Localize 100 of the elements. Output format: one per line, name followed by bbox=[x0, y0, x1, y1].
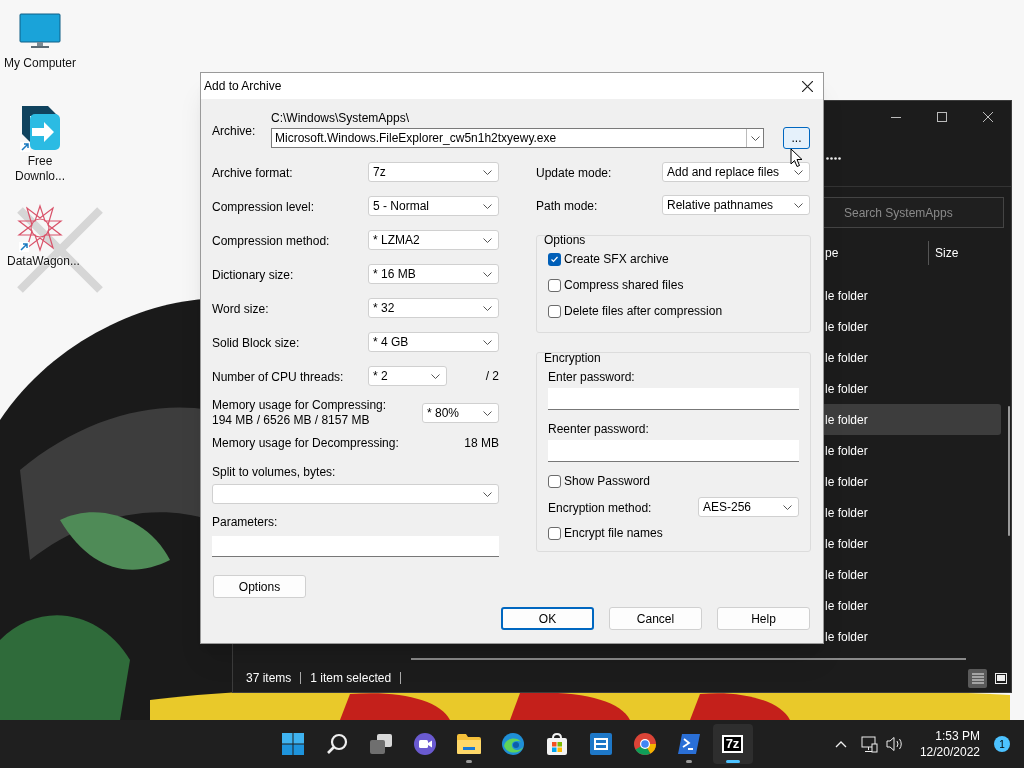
chevron-down-icon bbox=[483, 203, 492, 209]
dropdown[interactable]: 5 - Normal bbox=[368, 196, 499, 216]
status-text: 1 item selected bbox=[310, 670, 392, 687]
field-label: Compression method: bbox=[212, 234, 330, 248]
file-row[interactable]: le folder bbox=[821, 342, 1001, 373]
chevron-down-icon bbox=[794, 202, 803, 208]
checkbox[interactable] bbox=[548, 278, 561, 292]
checkbox[interactable] bbox=[548, 474, 561, 488]
desktop-shortcut[interactable]: DataWagon... bbox=[1, 204, 79, 269]
star-pattern-icon bbox=[17, 204, 63, 252]
more-icon[interactable] bbox=[826, 157, 842, 160]
clock[interactable]: 1:53 PM 12/20/2022 bbox=[919, 728, 980, 760]
video-chat-icon bbox=[412, 732, 437, 756]
close-icon bbox=[983, 112, 993, 122]
checkbox-label: Delete files after compression bbox=[564, 303, 723, 320]
checkbox-label: Show Password bbox=[564, 473, 651, 490]
field-label: Memory usage for Compressing: bbox=[212, 398, 387, 413]
chevron-up-icon[interactable] bbox=[834, 740, 847, 748]
password-field[interactable] bbox=[548, 440, 799, 462]
group-title: Options bbox=[544, 235, 587, 246]
maximize-icon bbox=[937, 112, 947, 122]
chevron-down-icon bbox=[483, 410, 492, 416]
file-row[interactable]: le folder bbox=[821, 621, 1001, 652]
chevron-down-icon bbox=[431, 373, 440, 379]
file-row[interactable]: le folder bbox=[821, 466, 1001, 497]
dropdown[interactable]: 7z bbox=[368, 162, 499, 182]
browse-button[interactable]: ... bbox=[783, 127, 810, 149]
chevron-down-icon bbox=[483, 237, 492, 243]
search-field[interactable]: Search SystemApps bbox=[821, 197, 1004, 228]
dialog-button[interactable]: Help bbox=[717, 607, 810, 630]
dropdown[interactable]: * 4 GB bbox=[368, 332, 499, 352]
dropdown[interactable]: * 32 bbox=[368, 298, 499, 318]
field-label: Number of CPU threads: bbox=[212, 370, 344, 384]
dialog-button[interactable]: Cancel bbox=[609, 607, 702, 630]
dropdown[interactable]: AES-256 bbox=[698, 497, 799, 517]
path-label: C:\Windows\SystemApps\ bbox=[271, 111, 411, 125]
checkbox[interactable] bbox=[548, 526, 561, 540]
dropdown[interactable]: Relative pathnames bbox=[662, 195, 810, 215]
horizontal-scrollbar[interactable] bbox=[411, 658, 966, 660]
chevron-down-icon bbox=[483, 339, 492, 345]
app-logo: 7z bbox=[721, 735, 744, 753]
folder-icon bbox=[455, 733, 482, 755]
dialog-button[interactable]: OK bbox=[501, 607, 594, 630]
checkbox[interactable] bbox=[548, 304, 561, 318]
column-header[interactable]: Size bbox=[929, 241, 959, 265]
task-view-icon bbox=[368, 733, 393, 755]
dropdown[interactable]: * 2 bbox=[368, 366, 447, 386]
dropdown[interactable]: * 80% bbox=[422, 403, 499, 423]
checkbox-label: Create SFX archive bbox=[564, 251, 669, 268]
file-row[interactable]: le folder bbox=[821, 435, 1001, 466]
checkbox-label: Encrypt file names bbox=[564, 525, 663, 542]
windows-logo-icon bbox=[280, 732, 305, 756]
field-label: Dictionary size: bbox=[212, 268, 294, 282]
field-label: Archive format: bbox=[212, 166, 293, 180]
file-row[interactable]: le folder bbox=[821, 404, 1001, 435]
group-title: Encryption bbox=[544, 352, 602, 364]
field-label: Parameters: bbox=[212, 515, 278, 529]
terminal-icon bbox=[676, 733, 701, 755]
desktop-shortcut[interactable]: Free Downlo... bbox=[1, 104, 79, 184]
dropdown[interactable]: * LZMA2 bbox=[368, 230, 499, 250]
field-label: Archive: bbox=[212, 124, 256, 138]
file-row[interactable]: le folder bbox=[821, 280, 1001, 311]
volume-icon[interactable] bbox=[885, 736, 904, 752]
dropdown[interactable]: * 16 MB bbox=[368, 264, 499, 284]
desktop-shortcut[interactable]: My Computer bbox=[1, 12, 79, 71]
wave-circle-icon bbox=[500, 732, 525, 756]
options-button[interactable]: Options bbox=[213, 575, 306, 598]
chevron-down-icon bbox=[483, 169, 492, 175]
notification-badge[interactable]: 1 bbox=[994, 736, 1010, 752]
file-cabinet-icon bbox=[588, 732, 613, 756]
field-label: Update mode: bbox=[536, 166, 612, 180]
password-field[interactable] bbox=[548, 388, 799, 410]
chevron-down-icon bbox=[483, 491, 492, 497]
archive-combobox[interactable]: Microsoft.Windows.FileExplorer_cw5n1h2txyewy.exe bbox=[271, 128, 764, 148]
chevron-down-icon bbox=[750, 135, 760, 141]
field-label: Encryption method: bbox=[548, 501, 652, 515]
taskbar-app-button[interactable]: 7z bbox=[712, 724, 753, 764]
details-view-button[interactable] bbox=[968, 668, 987, 688]
file-row[interactable]: le folder bbox=[821, 373, 1001, 404]
chevron-down-icon bbox=[783, 504, 792, 510]
field-label: Word size: bbox=[212, 302, 269, 316]
checkbox[interactable] bbox=[548, 252, 561, 266]
field-label: Reenter password: bbox=[548, 422, 649, 436]
vertical-scrollbar[interactable] bbox=[1008, 406, 1010, 536]
shopping-bag-icon bbox=[544, 732, 569, 756]
file-row[interactable]: le folder bbox=[821, 497, 1001, 528]
dropdown[interactable]: Add and replace files bbox=[662, 162, 810, 182]
field-label: Split to volumes, bytes: bbox=[212, 465, 336, 479]
field-label: Solid Block size: bbox=[212, 336, 300, 350]
file-row[interactable]: le folder bbox=[821, 559, 1001, 590]
memory-value: 18 MB bbox=[464, 435, 499, 452]
file-row[interactable]: le folder bbox=[821, 528, 1001, 559]
field-label: Compression level: bbox=[212, 200, 315, 214]
memory-values: 194 MB / 6526 MB / 8157 MB bbox=[212, 413, 371, 428]
network-icon[interactable] bbox=[860, 735, 878, 753]
close-icon bbox=[801, 80, 813, 92]
field-label: Memory usage for Decompressing: bbox=[212, 435, 399, 452]
parameters-field[interactable] bbox=[212, 536, 499, 557]
file-row[interactable]: le folder bbox=[821, 590, 1001, 621]
file-row[interactable]: le folder bbox=[821, 311, 1001, 342]
